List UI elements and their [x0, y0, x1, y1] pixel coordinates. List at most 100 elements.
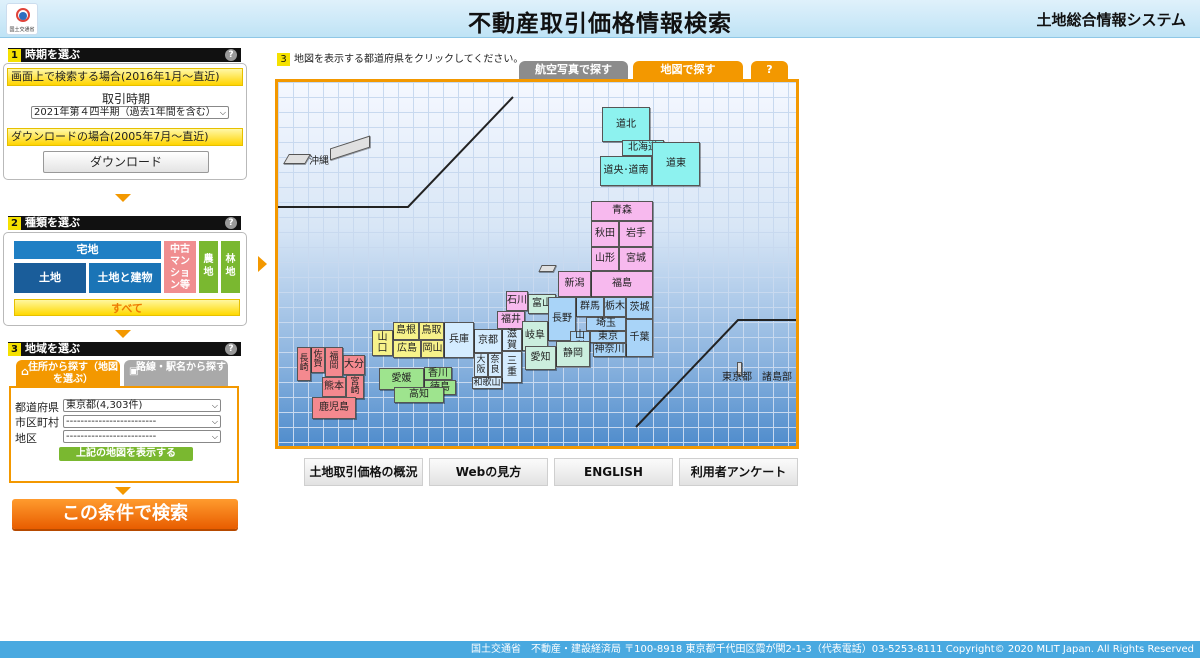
- link-overview[interactable]: 土地取引価格の概況: [304, 458, 423, 486]
- map-help-icon[interactable]: ?: [751, 61, 788, 80]
- pref-aichi[interactable]: 愛知: [525, 346, 556, 370]
- tochi-tatemono-button[interactable]: 土地と建物: [89, 263, 161, 293]
- pref-kyoto[interactable]: 京都: [474, 329, 502, 353]
- pref-value: 東京都(4,303件): [66, 400, 143, 411]
- all-types-button[interactable]: すべて: [14, 299, 240, 316]
- pref-miyagi[interactable]: 宮城: [619, 247, 653, 271]
- help-icon[interactable]: ?: [225, 343, 237, 355]
- city-label: 市区町村: [15, 416, 59, 429]
- pref-kochi[interactable]: 高知: [394, 387, 444, 403]
- pref-miyazaki[interactable]: 宮崎: [346, 375, 364, 399]
- arrow-down-icon: [115, 330, 131, 338]
- pref-tochigi[interactable]: 栃木: [604, 297, 626, 317]
- pref-saitama[interactable]: 埼玉: [586, 317, 626, 331]
- chevron-down-icon: ⌵: [211, 432, 218, 441]
- pref-osaka[interactable]: 大阪: [474, 353, 488, 377]
- pref-aomori[interactable]: 青森: [591, 201, 653, 221]
- system-name: 土地総合情報システム: [1036, 11, 1186, 29]
- step1-number: 1: [8, 49, 21, 62]
- tab-route-search[interactable]: ▣ 路線・駅名から探す: [124, 360, 228, 386]
- pref-chiba[interactable]: 千葉: [626, 319, 653, 357]
- nouchi-button[interactable]: 農地: [199, 241, 218, 293]
- pref-wakayama[interactable]: 和歌山: [472, 377, 502, 389]
- pref-kumamoto[interactable]: 熊本: [322, 377, 346, 397]
- pref-doto[interactable]: 道東: [652, 142, 700, 186]
- pref-hiroshima[interactable]: 広島: [393, 340, 421, 358]
- pref-ishikawa[interactable]: 石川: [506, 291, 528, 311]
- step3-number: 3: [8, 343, 21, 356]
- pref-label: 都道府県: [15, 401, 59, 414]
- pref-shimane[interactable]: 島根: [393, 322, 419, 340]
- period-label: 取引時期: [101, 92, 150, 106]
- pref-fukushima[interactable]: 福島: [591, 271, 653, 297]
- link-english[interactable]: ENGLISH: [554, 458, 673, 486]
- tab-map[interactable]: 地図で探す: [633, 61, 743, 80]
- pref-saga[interactable]: 佐賀: [311, 347, 325, 373]
- pref-kagoshima[interactable]: 鹿児島: [312, 397, 356, 419]
- link-survey[interactable]: 利用者アンケート: [679, 458, 798, 486]
- mansion-button[interactable]: 中古マンション等: [164, 241, 196, 293]
- arrow-down-icon: [115, 487, 131, 495]
- rinchi-button[interactable]: 林地: [221, 241, 240, 293]
- page-title: 不動産取引価格情報検索: [468, 11, 732, 37]
- pref-mie[interactable]: 三重: [502, 351, 522, 383]
- city-select[interactable]: ------------------------- ⌵: [63, 415, 221, 428]
- link-how-to-use[interactable]: Webの見方: [429, 458, 548, 486]
- map-step-number: 3: [277, 53, 290, 66]
- pref-kagawa[interactable]: 香川: [424, 367, 452, 380]
- tochi-button[interactable]: 土地: [14, 263, 86, 293]
- type-panel: 宅地 土地 土地と建物 中古マンション等 農地 林地 すべて: [3, 232, 247, 326]
- tab-aerial-photo[interactable]: 航空写真で探す: [519, 61, 628, 80]
- pref-gunma[interactable]: 群馬: [576, 297, 604, 317]
- pref-nara[interactable]: 奈良: [488, 353, 502, 377]
- chevron-down-icon: ⌵: [211, 401, 218, 410]
- pref-nagasaki[interactable]: 長崎: [297, 347, 311, 381]
- district-select[interactable]: ------------------------- ⌵: [63, 430, 221, 443]
- district-label: 地区: [15, 432, 37, 445]
- arrow-down-icon: [115, 194, 131, 202]
- train-icon: ▣: [129, 366, 139, 377]
- period-select[interactable]: 2021年第４四半期（過去1年間を含む） ⌵: [31, 106, 229, 119]
- pref-select[interactable]: 東京都(4,303件) ⌵: [63, 399, 221, 412]
- step2-header: 2 種類を選ぶ?: [8, 216, 241, 230]
- pref-shiga[interactable]: 滋賀: [502, 329, 522, 351]
- tab-address-search[interactable]: ⌂ 住所から探す（地図を選ぶ）: [16, 360, 120, 386]
- pref-kanagawa[interactable]: 神奈川: [593, 343, 626, 357]
- pref-akita[interactable]: 秋田: [591, 221, 619, 247]
- pref-niigata[interactable]: 新潟: [558, 271, 591, 297]
- pref-shizuoka[interactable]: 静岡: [556, 341, 590, 367]
- pref-okayama[interactable]: 岡山: [421, 340, 444, 358]
- pref-fukuoka[interactable]: 福岡: [325, 347, 343, 377]
- screen-search-heading: 画面上で検索する場合(2016年1月〜直近): [7, 68, 243, 86]
- period-panel: 画面上で検索する場合(2016年1月〜直近) 取引時期 2021年第４四半期（過…: [3, 63, 247, 180]
- step3-header: 3 地域を選ぶ?: [8, 342, 241, 356]
- help-icon[interactable]: ?: [225, 49, 237, 61]
- step2-number: 2: [8, 217, 21, 230]
- pref-yamaguchi[interactable]: 山口: [372, 330, 393, 356]
- pref-donan[interactable]: 道央･道南: [600, 156, 652, 186]
- pref-iwate[interactable]: 岩手: [619, 221, 653, 247]
- show-map-button[interactable]: 上記の地図を表示する: [59, 447, 193, 461]
- takuchi-button[interactable]: 宅地: [14, 241, 161, 259]
- footer: 国土交通省 不動産・建設経済局 〒100-8918 東京都千代田区霞が関2-1-…: [0, 641, 1200, 658]
- pref-tokyo[interactable]: 東京: [590, 331, 626, 343]
- pref-dohoku[interactable]: 道北: [602, 107, 650, 142]
- pref-fukui[interactable]: 福井: [497, 311, 525, 329]
- chevron-down-icon: ⌵: [211, 417, 218, 426]
- city-value: -------------------------: [66, 416, 157, 427]
- pref-yamagata[interactable]: 山形: [591, 247, 619, 271]
- arrow-right-icon: [258, 256, 267, 272]
- pref-oita[interactable]: 大分: [343, 355, 365, 375]
- period-value: 2021年第４四半期（過去1年間を含む）: [34, 107, 216, 118]
- step2-title: 種類を選ぶ: [25, 216, 80, 229]
- pref-ibaraki[interactable]: 茨城: [626, 297, 653, 319]
- download-button[interactable]: ダウンロード: [43, 151, 209, 173]
- pref-hyogo[interactable]: 兵庫: [444, 322, 474, 358]
- step1-header: 1 時期を選ぶ?: [8, 48, 241, 62]
- district-value: -------------------------: [66, 431, 157, 442]
- pref-tottori[interactable]: 鳥取: [419, 322, 444, 340]
- help-icon[interactable]: ?: [225, 217, 237, 229]
- search-button[interactable]: この条件で検索: [12, 499, 238, 529]
- chevron-down-icon: ⌵: [219, 108, 226, 117]
- download-heading: ダウンロードの場合(2005年7月〜直近): [7, 128, 243, 146]
